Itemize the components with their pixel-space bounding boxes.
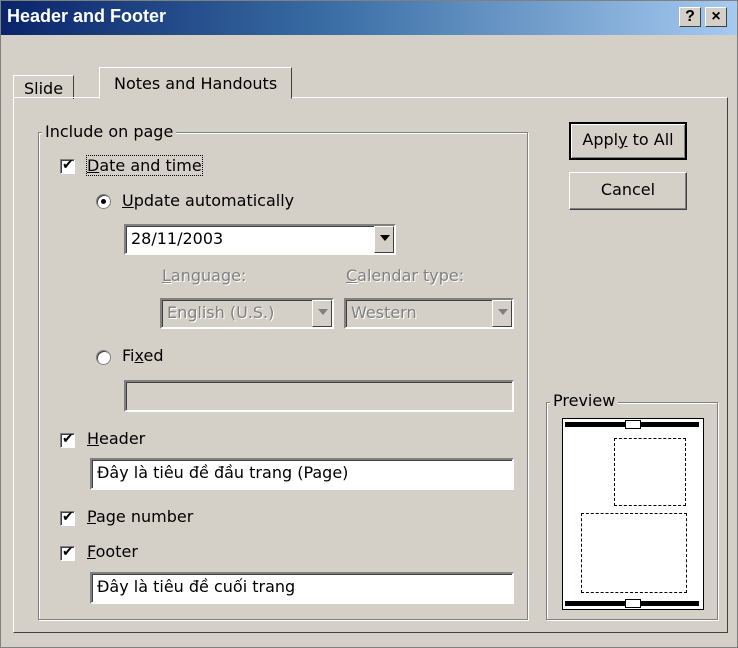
preview-slide-placeholder [614, 438, 686, 506]
footer-label[interactable]: Footer [87, 542, 138, 561]
calendar-type-dropdown-arrow[interactable] [492, 300, 512, 327]
tab-slide[interactable]: Slide [13, 75, 75, 99]
header-checkbox[interactable] [60, 431, 75, 448]
language-dropdown-arrow[interactable] [312, 300, 332, 327]
apply-to-all-button[interactable]: Apply to All [569, 122, 687, 160]
page-number-label[interactable]: Page number [87, 507, 193, 526]
date-format-select[interactable]: 28/11/2003 [124, 224, 396, 255]
preview-label: Preview [550, 391, 619, 410]
header-footer-dialog: Header and Footer ? × Slide Notes and Ha… [0, 0, 738, 648]
date-time-checkbox[interactable] [60, 157, 75, 174]
window-title: Header and Footer [7, 6, 167, 26]
include-on-page-label: Include on page [42, 122, 177, 141]
update-automatically-radio[interactable] [96, 194, 111, 209]
header-label[interactable]: Header [87, 429, 145, 448]
footer-text-input[interactable]: Đây là tiêu đề cuối trang [90, 572, 514, 604]
cancel-button[interactable]: Cancel [569, 172, 687, 210]
preview-header-page-marker [625, 420, 641, 429]
fixed-radio[interactable] [96, 350, 111, 365]
fixed-label[interactable]: Fixed [122, 346, 163, 365]
language-select[interactable]: English (U.S.) [160, 298, 334, 329]
date-time-label[interactable]: Date and time [86, 155, 203, 176]
date-format-dropdown-arrow[interactable] [374, 226, 394, 253]
title-bar[interactable]: Header and Footer ? × [1, 1, 737, 35]
calendar-type-label: Calendar type: [346, 266, 465, 285]
preview-page [562, 418, 704, 610]
header-text-input[interactable]: Đây là tiêu đề đầu trang (Page) [90, 458, 514, 490]
preview-footer-page-marker [625, 599, 641, 608]
tab-panel: Include on page Date and time Update aut… [13, 97, 728, 633]
help-button[interactable]: ? [679, 7, 701, 27]
calendar-type-select[interactable]: Western [344, 298, 514, 329]
language-label: Language: [162, 266, 247, 285]
page-number-checkbox[interactable] [60, 509, 75, 526]
fixed-date-input[interactable] [124, 380, 514, 412]
preview-notes-placeholder [581, 513, 687, 593]
update-automatically-label[interactable]: Update automatically [122, 191, 294, 210]
tab-notes-and-handouts[interactable]: Notes and Handouts [99, 67, 293, 99]
footer-checkbox[interactable] [60, 544, 75, 561]
close-button[interactable]: × [705, 7, 727, 27]
